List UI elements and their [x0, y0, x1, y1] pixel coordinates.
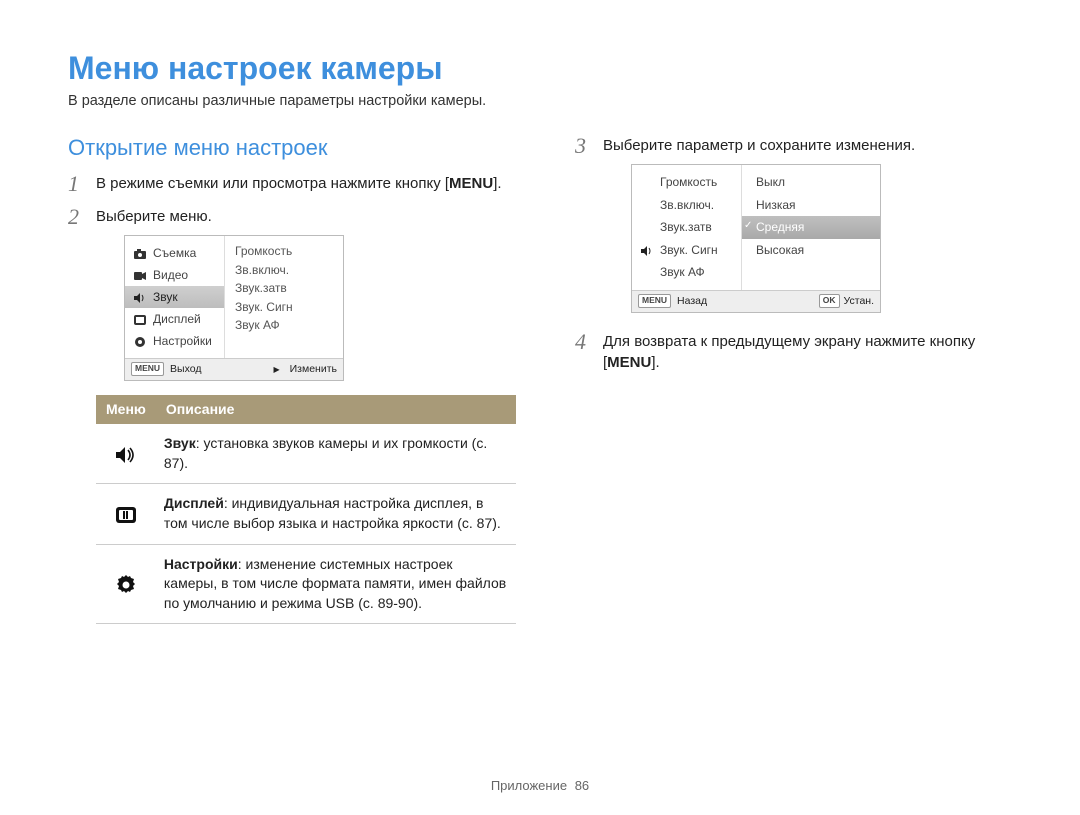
- panel2-left-1[interactable]: Зв.включ.: [632, 194, 737, 217]
- panel1-footer: MENU Выход Изменить: [125, 358, 343, 380]
- row-sound-text: : установка звуков камеры и их громкости…: [164, 435, 487, 471]
- panel1-right-1[interactable]: Зв.включ.: [235, 261, 339, 280]
- panel2-foot-badge-left: MENU: [638, 294, 671, 308]
- panel2-opt-high[interactable]: Высокая: [742, 239, 880, 262]
- panel1-item-sound[interactable]: Звук: [125, 286, 224, 308]
- panel1-item-2: Звук: [153, 288, 178, 306]
- bracket-close: ].: [651, 354, 659, 371]
- steps-list-left: В режиме съемки или просмотра нажмите кн…: [68, 173, 505, 624]
- speaker-icon: [640, 241, 654, 260]
- panel1-right-4[interactable]: Звук АФ: [235, 316, 339, 335]
- panel2-opt-medium[interactable]: ✓ Средняя: [742, 216, 880, 239]
- panel2-left-3-label: Звук. Сигн: [660, 241, 718, 260]
- step-4-text-a: Для возврата к предыдущему экрану нажмит…: [603, 333, 975, 350]
- panel2-left-0-label: Громкость: [660, 173, 717, 192]
- panel1-foot-left[interactable]: Выход: [170, 362, 201, 377]
- panel1-foot-right[interactable]: Изменить: [290, 362, 337, 377]
- step-2: Выберите меню. Съемка: [68, 206, 505, 624]
- step-2-text: Выберите меню.: [96, 208, 212, 225]
- menu-token: MENU: [449, 175, 493, 192]
- panel2-opt-0-label: Выкл: [756, 175, 785, 189]
- panel1-item-settings[interactable]: Настройки: [125, 330, 224, 352]
- gear-icon: [133, 332, 147, 350]
- camera-icon: [133, 244, 147, 262]
- gear-icon: [96, 544, 156, 624]
- display-icon: [133, 310, 147, 328]
- panel1-item-4: Настройки: [153, 332, 212, 350]
- bracket-close: ].: [493, 175, 501, 192]
- camera-menu-panel-2: Громкость Зв.включ. Звук.затв Звук. Сигн: [631, 164, 881, 313]
- page-footer: Приложение 86: [0, 778, 1080, 793]
- panel2-opt-3-label: Высокая: [756, 243, 804, 257]
- step-3-text: Выберите параметр и сохраните изменения.: [603, 137, 915, 154]
- row-display-desc: Дисплей: индивидуальная настройка диспле…: [156, 484, 516, 544]
- panel2-left-0[interactable]: Громкость: [632, 171, 737, 194]
- panel2-foot-badge-right: OK: [819, 294, 840, 308]
- panel1-right-2[interactable]: Звук.затв: [235, 279, 339, 298]
- row-display-bold: Дисплей: [164, 495, 224, 511]
- panel2-left-3[interactable]: Звук. Сигн: [632, 239, 737, 262]
- panel2-left-4[interactable]: Звук АФ: [632, 261, 737, 284]
- chevron-right-icon: [273, 362, 283, 377]
- panel2-left-4-label: Звук АФ: [660, 263, 705, 282]
- panel1-foot-badge: MENU: [131, 362, 164, 376]
- panel2-foot-left[interactable]: Назад: [677, 294, 707, 309]
- th-desc: Описание: [156, 395, 516, 425]
- step-4: Для возврата к предыдущему экрану нажмит…: [575, 331, 1012, 373]
- panel1-right-list: Громкость Зв.включ. Звук.затв Звук. Сигн…: [225, 236, 343, 358]
- check-icon: ✓: [744, 218, 752, 234]
- row-sound-desc: Звук: установка звуков камеры и их громк…: [156, 424, 516, 484]
- panel2-right-list: Выкл Низкая ✓ Средняя Высокая: [742, 165, 880, 290]
- footer-label: Приложение: [491, 778, 567, 793]
- panel2-opt-2-label: Средняя: [756, 220, 804, 234]
- page-title: Меню настроек камеры: [68, 50, 1012, 87]
- video-icon: [133, 266, 147, 284]
- panel2-foot-right[interactable]: Устан.: [844, 294, 874, 309]
- th-menu: Меню: [96, 395, 156, 425]
- panel1-item-video[interactable]: Видео: [125, 264, 224, 286]
- table-row: Дисплей: индивидуальная настройка диспле…: [96, 484, 516, 544]
- steps-list-right: Выберите параметр и сохраните изменения.…: [575, 135, 1012, 373]
- intro-text: В разделе описаны различные параметры на…: [68, 93, 1012, 109]
- display-icon: [96, 484, 156, 544]
- step-1: В режиме съемки или просмотра нажмите кн…: [68, 173, 505, 194]
- panel2-left-1-label: Зв.включ.: [660, 196, 714, 215]
- panel2-left-2[interactable]: Звук.затв: [632, 216, 737, 239]
- panel2-opt-1-label: Низкая: [756, 198, 796, 212]
- panel2-left-list: Громкость Зв.включ. Звук.затв Звук. Сигн: [632, 165, 742, 290]
- panel2-opt-off[interactable]: Выкл: [742, 171, 880, 194]
- row-sound-bold: Звук: [164, 435, 196, 451]
- right-column: Выберите параметр и сохраните изменения.…: [575, 135, 1012, 636]
- panel2-footer: MENU Назад OK Устан.: [632, 290, 880, 312]
- panel1-item-display[interactable]: Дисплей: [125, 308, 224, 330]
- row-settings-bold: Настройки: [164, 556, 238, 572]
- menu-token: MENU: [607, 354, 651, 371]
- panel1-item-1: Видео: [153, 266, 188, 284]
- panel1-item-3: Дисплей: [153, 310, 201, 328]
- panel1-left-list: Съемка Видео: [125, 236, 225, 358]
- table-row: Настройки: изменение системных настроек …: [96, 544, 516, 624]
- step-3: Выберите параметр и сохраните изменения.…: [575, 135, 1012, 313]
- page-number: 86: [575, 778, 589, 793]
- panel1-item-shooting[interactable]: Съемка: [125, 242, 224, 264]
- speaker-icon: [96, 424, 156, 484]
- panel1-item-0: Съемка: [153, 244, 196, 262]
- panel2-opt-low[interactable]: Низкая: [742, 194, 880, 217]
- panel1-right-3[interactable]: Звук. Сигн: [235, 298, 339, 317]
- panel2-left-2-label: Звук.затв: [660, 218, 712, 237]
- table-row: Звук: установка звуков камеры и их громк…: [96, 424, 516, 484]
- left-column: Открытие меню настроек В режиме съемки и…: [68, 135, 505, 636]
- description-table: Меню Описание Звук: установка звуков кам: [96, 395, 516, 625]
- camera-menu-panel-1: Съемка Видео: [124, 235, 344, 381]
- step-1-text-a: В режиме съемки или просмотра нажмите кн…: [96, 175, 445, 192]
- row-settings-desc: Настройки: изменение системных настроек …: [156, 544, 516, 624]
- section-title: Открытие меню настроек: [68, 135, 505, 161]
- panel1-right-0[interactable]: Громкость: [235, 242, 339, 261]
- speaker-icon: [133, 288, 147, 306]
